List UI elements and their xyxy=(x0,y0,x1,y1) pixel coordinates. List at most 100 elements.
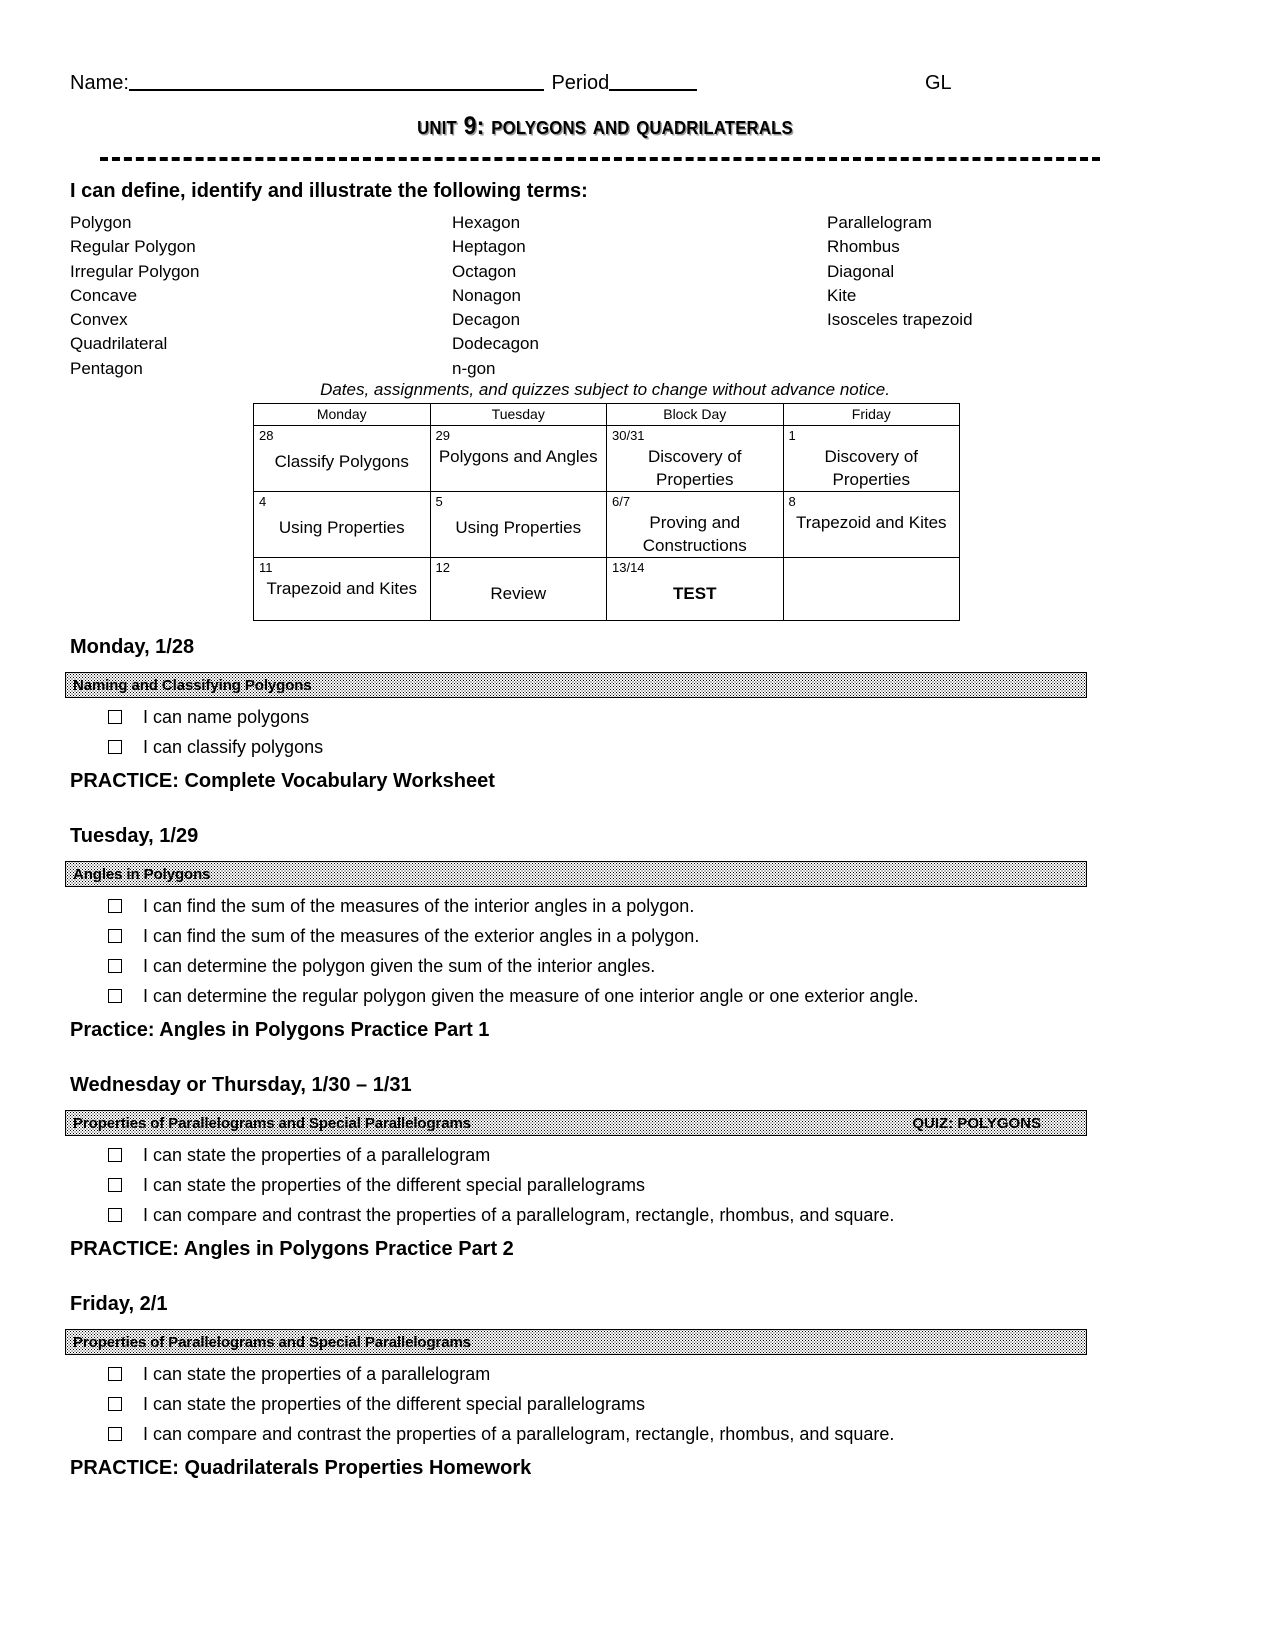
term-item: Convex xyxy=(70,310,128,330)
topic-bar-tuesday: Angles in Polygons xyxy=(65,861,1087,887)
objective-text: I can find the sum of the measures of th… xyxy=(143,896,695,916)
column-header-block-day: Block Day xyxy=(606,403,784,426)
cell-text: Discovery of Properties xyxy=(824,447,919,489)
calendar-note: Dates, assignments, and quizzes subject … xyxy=(320,380,890,399)
objective-text: I can determine the regular polygon give… xyxy=(143,986,919,1006)
name-blank-line[interactable] xyxy=(128,89,544,91)
column-header-tuesday: Tuesday xyxy=(429,403,607,426)
topic-bar-monday: Naming and Classifying Polygons xyxy=(65,672,1087,698)
quiz-badge: QUIZ: POLYGONS xyxy=(912,1115,1041,1132)
topic-bar-friday: Properties of Parallelograms and Special… xyxy=(65,1329,1087,1355)
list-item: I can state the properties of a parallel… xyxy=(108,1144,894,1174)
day-heading-friday: Friday, 2/1 xyxy=(70,1293,168,1315)
term-item: Regular Polygon xyxy=(70,237,196,257)
term-item: Decagon xyxy=(452,310,521,330)
calendar-cell: 13/14 TEST xyxy=(606,557,784,621)
column-header-friday: Friday xyxy=(782,403,960,426)
schedule-table: Monday Tuesday Block Day Friday 28 Class… xyxy=(253,403,960,621)
dashed-divider xyxy=(100,157,1100,161)
topic-bar-title: Properties of Parallelograms and Special… xyxy=(73,1334,471,1351)
calendar-cell: 29 Polygons and Angles xyxy=(429,425,607,492)
calendar-cell: 12 Review xyxy=(429,557,607,621)
objective-text: I can state the properties of the differ… xyxy=(143,1175,645,1195)
checkbox-icon[interactable] xyxy=(108,899,122,913)
column-header-monday: Monday xyxy=(253,403,431,426)
checkbox-icon[interactable] xyxy=(108,1427,122,1441)
practice-line-tuesday: Practice: Angles in Polygons Practice Pa… xyxy=(70,1019,490,1041)
term-item: Concave xyxy=(70,285,138,305)
checkbox-icon[interactable] xyxy=(108,1397,122,1411)
term-item: Hexagon xyxy=(452,213,521,232)
objective-text: I can state the properties of a parallel… xyxy=(143,1364,491,1384)
topic-bar-title: Angles in Polygons xyxy=(73,866,211,883)
calendar-cell: 1 Discovery of Properties xyxy=(782,425,960,492)
checkbox-icon[interactable] xyxy=(108,989,122,1003)
objective-list-monday: I can name polygons I can classify polyg… xyxy=(108,706,323,766)
checkbox-icon[interactable] xyxy=(108,1208,122,1222)
checkbox-icon[interactable] xyxy=(108,929,122,943)
checkbox-icon[interactable] xyxy=(108,1148,122,1162)
practice-line-friday: PRACTICE: Quadrilaterals Properties Home… xyxy=(70,1457,532,1479)
calendar-cell: 30/31 Discovery of Properties xyxy=(606,425,784,492)
checkbox-icon[interactable] xyxy=(108,1178,122,1192)
objective-text: I can compare and contrast the propertie… xyxy=(143,1205,895,1225)
period-blank-line[interactable] xyxy=(609,89,698,91)
cell-text: Polygons and Angles xyxy=(438,447,598,466)
objective-text: I can state the properties of the differ… xyxy=(143,1394,645,1414)
cell-date: 13/14 xyxy=(612,560,645,575)
calendar-cell: 5 Using Properties xyxy=(429,491,607,558)
term-item: Pentagon xyxy=(70,358,143,378)
name-period-row: Name: Period GL xyxy=(70,72,1170,95)
checkbox-icon[interactable] xyxy=(108,1367,122,1381)
page-title: Unit 9: Polygons and Quadrilaterals xyxy=(417,112,793,140)
table-row: 28 Classify Polygons 29 Polygons and Ang… xyxy=(253,425,960,492)
list-item: I can state the properties of the differ… xyxy=(108,1174,894,1204)
cell-text: Classify Polygons xyxy=(274,452,409,471)
checkbox-icon[interactable] xyxy=(108,740,122,754)
calendar-cell xyxy=(782,557,960,621)
cell-date: 30/31 xyxy=(612,428,645,443)
objective-text: I can classify polygons xyxy=(143,737,324,757)
day-heading-tuesday: Tuesday, 1/29 xyxy=(70,825,199,847)
terms-column-3: Parallelogram Rhombus Diagonal Kite Isos… xyxy=(827,211,973,332)
list-item: I can find the sum of the measures of th… xyxy=(108,925,918,955)
table-row: 4 Using Properties 5 Using Properties 6/… xyxy=(253,491,960,558)
term-item: Dodecagon xyxy=(452,334,539,354)
cell-text: Trapezoid and Kites xyxy=(266,579,418,598)
cell-date: 12 xyxy=(435,560,450,575)
calendar-cell: 11 Trapezoid and Kites xyxy=(253,557,431,621)
topic-bar-wednesday-thursday: Properties of Parallelograms and Special… xyxy=(65,1110,1087,1136)
practice-line-monday: PRACTICE: Complete Vocabulary Worksheet xyxy=(70,770,495,792)
cell-date: 6/7 xyxy=(612,494,631,509)
term-item: Quadrilateral xyxy=(70,334,168,354)
term-item: Kite xyxy=(827,285,857,305)
list-item: I can compare and contrast the propertie… xyxy=(108,1423,894,1453)
term-item: Polygon xyxy=(70,213,132,232)
list-item: I can name polygons xyxy=(108,706,323,736)
objective-list-friday: I can state the properties of a parallel… xyxy=(108,1363,894,1453)
calendar-cell: 4 Using Properties xyxy=(253,491,431,558)
period-label: Period xyxy=(545,72,610,94)
table-header-row: Monday Tuesday Block Day Friday xyxy=(253,403,960,426)
calendar-cell: 6/7 Proving and Constructions xyxy=(606,491,784,558)
calendar-cell: 28 Classify Polygons xyxy=(253,425,431,492)
list-item: I can determine the regular polygon give… xyxy=(108,985,918,1015)
term-item: Isosceles trapezoid xyxy=(827,310,973,330)
cell-text: Proving and Constructions xyxy=(642,513,747,555)
calendar-cell: 8 Trapezoid and Kites xyxy=(782,491,960,558)
checkbox-icon[interactable] xyxy=(108,710,122,724)
table-row: 11 Trapezoid and Kites 12 Review 13/14 T… xyxy=(253,557,960,621)
objective-text: I can state the properties of a parallel… xyxy=(143,1145,491,1165)
cell-text xyxy=(784,558,960,577)
term-item: Nonagon xyxy=(452,285,522,305)
objective-text: I can compare and contrast the propertie… xyxy=(143,1424,895,1444)
cell-text: Trapezoid and Kites xyxy=(795,513,947,532)
list-item: I can compare and contrast the propertie… xyxy=(108,1204,894,1234)
checkbox-icon[interactable] xyxy=(108,959,122,973)
cell-text: Using Properties xyxy=(455,518,582,537)
term-item: Heptagon xyxy=(452,237,526,257)
list-item: I can state the properties of a parallel… xyxy=(108,1363,894,1393)
cell-text: Using Properties xyxy=(278,518,405,537)
term-item: Rhombus xyxy=(827,237,900,257)
cell-date: 28 xyxy=(259,428,274,443)
